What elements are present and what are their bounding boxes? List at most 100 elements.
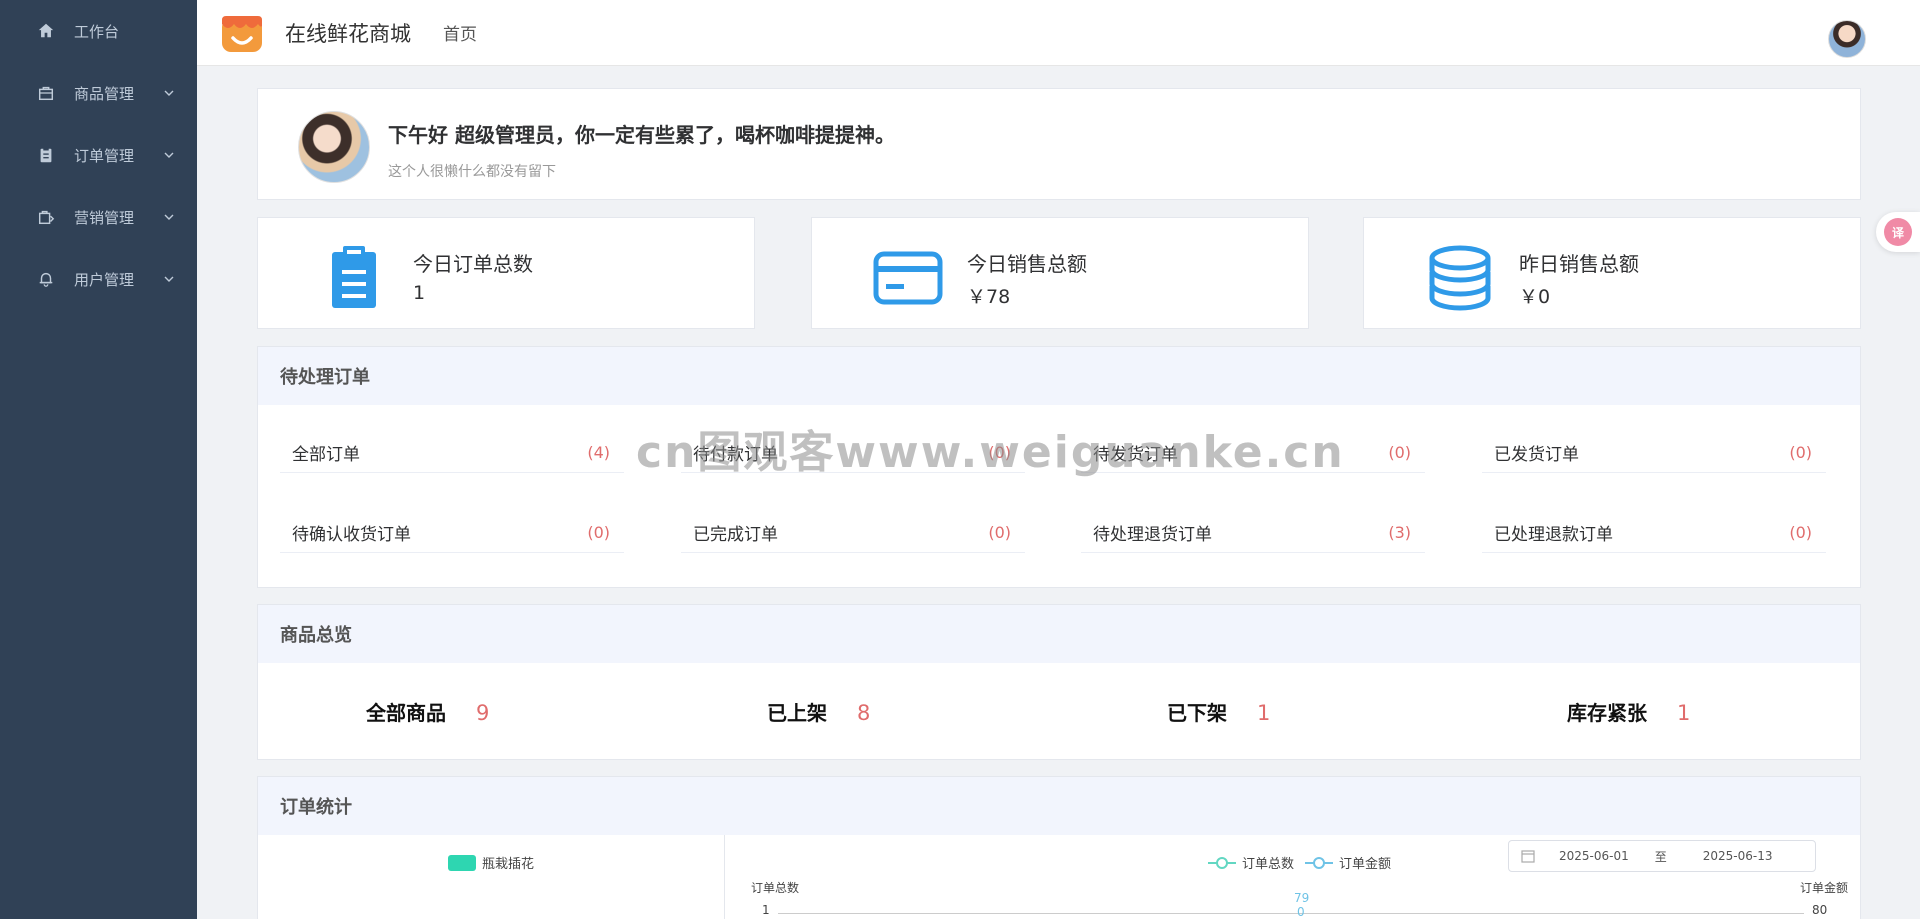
translate-button[interactable]: 译 xyxy=(1876,212,1920,252)
order-cell-all[interactable]: 全部订单 (4) xyxy=(280,433,624,473)
order-cell-label: 待确认收货订单 xyxy=(292,525,411,545)
sidebar-item-goods[interactable]: 商品管理 xyxy=(0,62,197,124)
data-label: 79 xyxy=(1294,891,1310,905)
stat-label: 今日销售总额 xyxy=(967,252,1087,276)
axis-label-right: 订单金额 xyxy=(1800,881,1849,895)
goods-value: 1 xyxy=(1677,701,1691,725)
marketing-icon xyxy=(36,207,56,227)
order-cell-count: (0) xyxy=(1789,443,1812,462)
legend-label: 瓶栽插花 xyxy=(482,857,535,872)
data-label: 0 xyxy=(1297,905,1305,919)
goods-value: 1 xyxy=(1257,701,1271,725)
legend-line-icon xyxy=(1305,856,1333,869)
legend-swatch xyxy=(448,854,476,871)
goods-item-all[interactable]: 全部商品 9 xyxy=(366,697,489,726)
line-legend-orders[interactable]: 订单总数 xyxy=(1208,853,1294,872)
legend-label: 订单金额 xyxy=(1339,857,1392,872)
legend-label: 订单总数 xyxy=(1242,857,1295,872)
welcome-card: 下午好 超级管理员，你一定有些累了，喝杯咖啡提提神。 这个人很懒什么都没有留下 xyxy=(257,88,1861,200)
stat-label: 昨日销售总额 xyxy=(1519,252,1639,276)
order-cell-count: (0) xyxy=(988,523,1011,542)
goods-item-on-shelf[interactable]: 已上架 8 xyxy=(767,697,870,726)
stat-card-yesterday-sales: 昨日销售总额 ￥0 xyxy=(1363,217,1861,329)
pie-legend-item[interactable]: 瓶栽插花 xyxy=(448,853,534,872)
order-cell-refunded[interactable]: 已处理退款订单 (0) xyxy=(1482,513,1826,553)
order-cell-unpaid[interactable]: 待付款订单 (0) xyxy=(681,433,1025,473)
order-cell-label: 待处理退货订单 xyxy=(1093,525,1212,545)
goods-item-off-shelf[interactable]: 已下架 1 xyxy=(1167,697,1270,726)
axis-tick-right: 80 xyxy=(1812,903,1828,917)
card-icon xyxy=(873,251,943,305)
order-cell-label: 全部订单 xyxy=(292,445,360,465)
order-cell-label: 已完成订单 xyxy=(693,525,778,545)
sidebar-item-marketing[interactable]: 营销管理 xyxy=(0,186,197,248)
order-cell-count: (4) xyxy=(587,443,610,462)
order-cell-label: 已发货订单 xyxy=(1494,445,1579,465)
sidebar: 工作台 商品管理 订单管理 营销管理 用户管理 xyxy=(0,0,197,919)
shop-logo-icon[interactable] xyxy=(219,10,265,56)
stat-card-today-sales: 今日销售总额 ￥78 xyxy=(811,217,1309,329)
sidebar-item-label: 用户管理 xyxy=(74,270,135,289)
clipboard-icon xyxy=(36,145,56,165)
grid-line xyxy=(778,913,1804,914)
order-stats-panel: 订单统计 瓶栽插花 订单总数 订单金额 2025-06-01 至 2025-06… xyxy=(257,776,1861,919)
goods-label: 全部商品 xyxy=(366,701,446,725)
date-end[interactable]: 2025-06-13 xyxy=(1703,849,1773,863)
order-cell-count: (0) xyxy=(988,443,1011,462)
order-cell-completed[interactable]: 已完成订单 (0) xyxy=(681,513,1025,553)
pending-orders-panel: 待处理订单 全部订单 (4) 待付款订单 (0) 待发货订单 (0) 已发货订单… xyxy=(257,346,1861,588)
order-cell-label: 待发货订单 xyxy=(1093,445,1178,465)
axis-label-left: 订单总数 xyxy=(751,881,800,895)
sidebar-item-orders[interactable]: 订单管理 xyxy=(0,124,197,186)
goods-label: 已下架 xyxy=(1167,701,1227,725)
home-icon xyxy=(36,21,56,41)
chevron-down-icon xyxy=(164,90,174,96)
greeting-text: 下午好 超级管理员，你一定有些累了，喝杯咖啡提提神。 xyxy=(388,123,895,147)
order-cell-return-pending[interactable]: 待处理退货订单 (3) xyxy=(1081,513,1425,553)
stat-label: 今日订单总数 xyxy=(413,252,533,276)
coins-icon xyxy=(1429,245,1491,311)
order-cell-to-ship[interactable]: 待发货订单 (0) xyxy=(1081,433,1425,473)
sidebar-item-label: 订单管理 xyxy=(74,146,135,165)
order-cell-count: (0) xyxy=(587,523,610,542)
clipboard-icon xyxy=(332,246,376,308)
stat-value: ￥0 xyxy=(1519,286,1551,308)
goods-label: 库存紧张 xyxy=(1567,701,1647,725)
top-bar: 在线鲜花商城 首页 xyxy=(197,0,1920,66)
line-legend-amount[interactable]: 订单金额 xyxy=(1305,853,1391,872)
app-title: 在线鲜花商城 xyxy=(285,21,411,46)
goods-value: 9 xyxy=(476,701,490,725)
order-cell-count: (3) xyxy=(1388,523,1411,542)
order-cell-to-confirm[interactable]: 待确认收货订单 (0) xyxy=(280,513,624,553)
stat-value: ￥78 xyxy=(967,286,1011,308)
goods-label: 已上架 xyxy=(767,701,827,725)
order-cell-label: 待付款订单 xyxy=(693,445,778,465)
sidebar-item-label: 工作台 xyxy=(74,22,120,41)
divider xyxy=(724,835,725,919)
user-bio: 这个人很懒什么都没有留下 xyxy=(388,164,556,180)
date-range-picker[interactable]: 2025-06-01 至 2025-06-13 xyxy=(1508,840,1816,872)
order-cell-count: (0) xyxy=(1388,443,1411,462)
user-avatar xyxy=(298,111,370,183)
bell-icon xyxy=(36,269,56,289)
goods-item-low-stock[interactable]: 库存紧张 1 xyxy=(1567,697,1690,726)
goods-value: 8 xyxy=(857,701,871,725)
breadcrumb-home[interactable]: 首页 xyxy=(443,20,477,45)
order-cell-count: (0) xyxy=(1789,523,1812,542)
sidebar-item-label: 营销管理 xyxy=(74,208,135,227)
legend-line-icon xyxy=(1208,856,1236,869)
section-title: 订单统计 xyxy=(258,777,1860,835)
order-cell-shipped[interactable]: 已发货订单 (0) xyxy=(1482,433,1826,473)
chevron-down-icon xyxy=(164,214,174,220)
bag-icon xyxy=(36,83,56,103)
avatar[interactable] xyxy=(1828,20,1866,58)
calendar-icon xyxy=(1521,850,1535,863)
sidebar-item-workbench[interactable]: 工作台 xyxy=(0,0,197,62)
translate-icon: 译 xyxy=(1884,218,1912,246)
sidebar-item-users[interactable]: 用户管理 xyxy=(0,248,197,310)
chevron-down-icon xyxy=(164,276,174,282)
axis-tick-left: 1 xyxy=(762,903,770,917)
sidebar-item-label: 商品管理 xyxy=(74,84,135,103)
section-title: 商品总览 xyxy=(258,605,1860,663)
date-start[interactable]: 2025-06-01 xyxy=(1559,849,1629,863)
